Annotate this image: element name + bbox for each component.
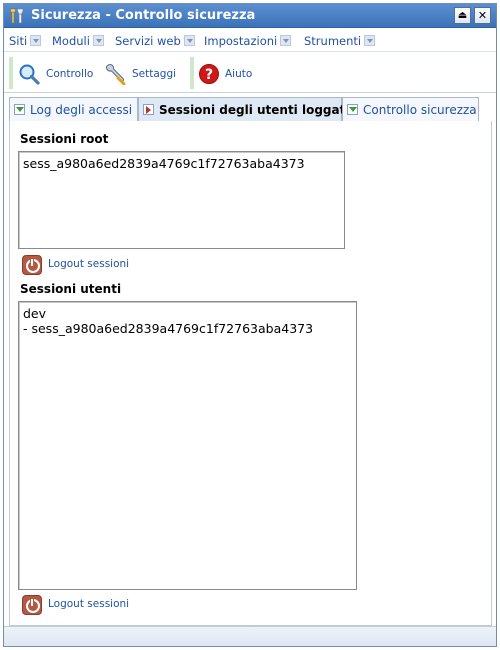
user-sessions-label: Sessioni utenti	[20, 282, 122, 296]
root-sessions-textarea[interactable]: sess_a980a6ed2839a4769c1f72763aba4373	[18, 151, 345, 249]
window-title: Sicurezza - Controllo sicurezza	[31, 8, 256, 23]
controllo-label: Controllo	[46, 68, 94, 80]
title-bar[interactable]: Sicurezza - Controllo sicurezza ⏏ ✕	[4, 4, 496, 28]
menu-label: Strumenti	[304, 34, 362, 48]
user-logout-button[interactable]: Logout sessioni	[22, 595, 162, 615]
tab-sessioni-utenti[interactable]: Sessioni degli utenti loggati	[138, 97, 349, 122]
wrench-icon	[106, 64, 126, 85]
security-window: Sicurezza - Controllo sicurezza ⏏ ✕ Siti…	[3, 3, 497, 647]
menu-servizi-web[interactable]: Servizi web	[115, 34, 195, 48]
tab-controllo-sicurezza[interactable]: Controllo sicurezza	[342, 97, 479, 121]
expand-arrow-icon	[14, 104, 25, 115]
eject-button[interactable]: ⏏	[454, 7, 471, 24]
svg-text:?: ?	[205, 67, 213, 83]
root-sessions-label: Sessioni root	[20, 132, 109, 146]
menu-strumenti[interactable]: Strumenti	[304, 34, 376, 48]
magnifier-icon	[19, 64, 40, 85]
toolbar: Controllo Settaggi ? Aiuto	[4, 53, 496, 93]
root-logout-button[interactable]: Logout sessioni	[22, 255, 162, 275]
chevron-down-icon[interactable]	[183, 35, 195, 46]
menu-impostazioni[interactable]: Impostazioni	[204, 34, 292, 48]
chevron-down-icon[interactable]	[364, 35, 376, 46]
settaggi-button[interactable]: Settaggi	[104, 63, 184, 85]
menu-label: Servizi web	[115, 34, 181, 48]
active-arrow-icon	[143, 104, 154, 115]
menu-siti[interactable]: Siti	[9, 34, 42, 48]
power-icon	[22, 255, 42, 275]
tab-label: Controllo sicurezza	[363, 103, 477, 117]
tools-icon	[10, 8, 24, 24]
tab-log-accessi[interactable]: Log degli accessi	[9, 97, 138, 121]
menu-bar: Siti Moduli Servizi web Impostazioni Str…	[4, 29, 496, 52]
sessions-panel: Sessioni root sess_a980a6ed2839a4769c1f7…	[9, 121, 492, 626]
user-sessions-textarea[interactable]: dev - sess_a980a6ed2839a4769c1f72763aba4…	[18, 301, 357, 590]
chevron-down-icon[interactable]	[30, 35, 42, 46]
menu-label: Siti	[9, 34, 28, 48]
tab-bar: Log degli accessi Sessioni degli utenti …	[9, 97, 479, 122]
toolbar-separator	[190, 57, 194, 89]
aiuto-label: Aiuto	[225, 68, 253, 80]
root-logout-label: Logout sessioni	[48, 258, 130, 270]
menu-label: Impostazioni	[204, 34, 278, 48]
menu-moduli[interactable]: Moduli	[52, 34, 104, 48]
tab-label: Sessioni degli utenti loggati	[159, 103, 350, 117]
close-button[interactable]: ✕	[474, 7, 491, 24]
chevron-down-icon[interactable]	[280, 35, 292, 46]
settaggi-label: Settaggi	[132, 68, 177, 80]
tab-label: Log degli accessi	[30, 103, 133, 117]
user-logout-label: Logout sessioni	[48, 598, 130, 610]
status-bar	[4, 626, 496, 646]
aiuto-button[interactable]: ? Aiuto	[198, 63, 258, 85]
toolbar-separator	[9, 57, 13, 89]
chevron-down-icon[interactable]	[92, 35, 104, 46]
controllo-button[interactable]: Controllo	[18, 63, 98, 85]
menu-label: Moduli	[52, 34, 90, 48]
power-icon	[22, 595, 42, 615]
help-icon: ?	[199, 64, 219, 84]
expand-arrow-icon	[347, 104, 358, 115]
